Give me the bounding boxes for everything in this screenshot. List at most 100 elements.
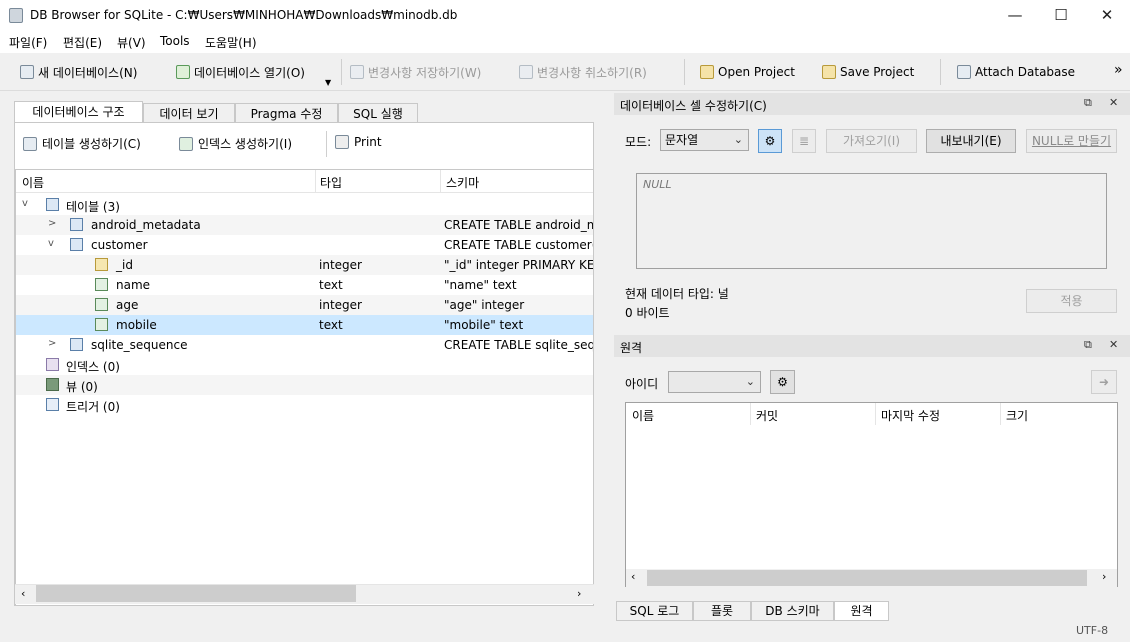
set-null-button[interactable]: NULL로 만들기 — [1026, 129, 1117, 153]
column-header-schema[interactable]: 스키마 — [446, 174, 479, 191]
undock-icon[interactable]: ⧉ — [1084, 338, 1092, 352]
menu-tools[interactable]: Tools — [160, 34, 190, 48]
table-icon — [70, 218, 83, 231]
scroll-left-icon[interactable]: ‹ — [631, 570, 635, 583]
tab-plot[interactable]: 플롯 — [693, 601, 751, 621]
edit-cell-dock-header: 데이터베이스 셀 수정하기(C) ⧉ ✕ — [614, 93, 1130, 115]
scroll-left-icon[interactable]: ‹ — [21, 587, 25, 600]
print-button[interactable]: Print — [335, 135, 382, 149]
tab-browse-data[interactable]: 데이터 보기 — [143, 103, 235, 123]
schema-tree[interactable]: 이름 타입 스키마 v 테이블 (3) > android_metadata C… — [15, 169, 594, 606]
remote-file-list[interactable]: 이름 커밋 마지막 수정 크기 ‹ › — [625, 402, 1118, 587]
remote-title: 원격 — [620, 341, 643, 355]
apply-button[interactable]: 적용 — [1026, 289, 1117, 313]
identity-select[interactable]: ⌄ — [668, 371, 761, 393]
remote-column-name[interactable]: 이름 — [632, 407, 654, 424]
tree-item-label: sqlite_sequence — [91, 338, 188, 352]
scroll-right-icon[interactable]: › — [577, 587, 581, 600]
auto-switch-mode-button[interactable]: ⚙ — [758, 129, 782, 153]
tree-row-tables[interactable]: v 테이블 (3) — [16, 195, 593, 215]
close-button[interactable]: ✕ — [1084, 0, 1130, 31]
open-database-button[interactable]: 데이터베이스 열기(O) — [176, 62, 305, 82]
toolbar-separator — [326, 131, 327, 157]
tree-row-field-name[interactable]: name text "name" text — [16, 275, 593, 295]
tree-row-field-id[interactable]: _id integer "_id" integer PRIMARY KEY AU… — [16, 255, 593, 275]
new-database-icon — [20, 65, 34, 79]
tree-row-views[interactable]: 뷰 (0) — [16, 375, 593, 395]
save-project-button[interactable]: Save Project — [822, 62, 914, 82]
write-changes-button[interactable]: 변경사항 저장하기(W) — [350, 62, 481, 82]
remote-push-button[interactable]: ➜ — [1091, 370, 1117, 394]
expand-arrow-icon[interactable]: > — [48, 338, 56, 349]
printer-icon — [335, 135, 349, 149]
window-title: DB Browser for SQLite - C:₩Users₩MINHOHA… — [30, 8, 458, 22]
remote-horizontal-scrollbar[interactable]: ‹ › — [626, 569, 1117, 587]
tree-row-sqlite-sequence[interactable]: > sqlite_sequence CREATE TABLE sqlite_se… — [16, 335, 593, 355]
minimize-button[interactable]: — — [992, 0, 1038, 31]
write-changes-icon — [350, 65, 364, 79]
menu-edit[interactable]: 편집(E) — [63, 34, 102, 51]
scroll-right-icon[interactable]: › — [1102, 570, 1106, 583]
remote-column-last-modified[interactable]: 마지막 수정 — [881, 407, 940, 424]
create-index-button[interactable]: 인덱스 생성하기(I) — [179, 135, 292, 152]
tab-edit-pragmas[interactable]: Pragma 수정 — [235, 103, 338, 123]
column-header-name[interactable]: 이름 — [22, 174, 44, 191]
tab-execute-sql[interactable]: SQL 실행 — [338, 103, 418, 123]
undock-icon[interactable]: ⧉ — [1084, 96, 1092, 110]
maximize-button[interactable]: ☐ — [1038, 0, 1084, 31]
collapse-arrow-icon[interactable]: v — [48, 238, 54, 249]
open-project-button[interactable]: Open Project — [700, 62, 795, 82]
tree-row-field-mobile[interactable]: mobile text "mobile" text — [16, 315, 593, 335]
tree-row-triggers[interactable]: 트리거 (0) — [16, 395, 593, 415]
tab-database-structure[interactable]: 데이터베이스 구조 — [14, 101, 143, 123]
index-tag-icon — [46, 358, 59, 371]
export-button[interactable]: 내보내기(E) — [926, 129, 1016, 153]
remote-column-commit[interactable]: 커밋 — [756, 407, 778, 424]
table-icon — [70, 338, 83, 351]
tab-db-schema[interactable]: DB 스키마 — [751, 601, 834, 621]
cell-editor-textarea[interactable]: NULL — [636, 173, 1107, 269]
field-name: _id — [116, 258, 133, 272]
menu-help[interactable]: 도움말(H) — [205, 34, 257, 51]
header-divider — [440, 170, 441, 193]
column-header-type[interactable]: 타입 — [320, 174, 342, 191]
tree-row-android-metadata[interactable]: > android_metadata CREATE TABLE android_… — [16, 215, 593, 235]
menu-bar: 파일(F) 편집(E) 뷰(V) Tools 도움말(H) — [0, 31, 1130, 53]
tree-item-label: 뷰 (0) — [66, 380, 98, 394]
tree-row-indexes[interactable]: 인덱스 (0) — [16, 355, 593, 375]
new-database-button[interactable]: 새 데이터베이스(N) — [20, 62, 137, 82]
tree-item-label: 인덱스 (0) — [66, 360, 120, 374]
menu-view[interactable]: 뷰(V) — [117, 34, 146, 51]
main-toolbar: 새 데이터베이스(N) 데이터베이스 열기(O) ▼ 변경사항 저장하기(W) … — [0, 53, 1130, 91]
remote-dock-header: 원격 ⧉ ✕ — [614, 335, 1130, 357]
save-project-icon — [822, 65, 836, 79]
revert-changes-button[interactable]: 변경사항 취소하기(R) — [519, 62, 647, 82]
close-dock-icon[interactable]: ✕ — [1109, 338, 1118, 351]
attach-database-button[interactable]: Attach Database — [957, 62, 1075, 82]
open-dropdown-arrow-icon[interactable]: ▼ — [325, 78, 331, 87]
expand-arrow-icon[interactable]: > — [48, 218, 56, 229]
collapse-arrow-icon[interactable]: v — [22, 198, 28, 209]
title-bar: DB Browser for SQLite - C:₩Users₩MINHOHA… — [0, 0, 1130, 31]
scrollbar-thumb[interactable] — [647, 570, 1087, 586]
tree-row-customer[interactable]: v customer CREATE TABLE customer(_id — [16, 235, 593, 255]
field-type: text — [319, 278, 343, 292]
tab-remote[interactable]: 원격 — [834, 601, 889, 621]
tree-item-label: customer — [91, 238, 148, 252]
word-wrap-button[interactable]: ≣ — [792, 129, 816, 153]
tab-sql-log[interactable]: SQL 로그 — [616, 601, 693, 621]
scrollbar-thumb[interactable] — [36, 585, 356, 602]
toolbar-overflow-button[interactable]: » — [1114, 62, 1123, 78]
tree-item-schema: CREATE TABLE customer(_id — [444, 238, 593, 252]
create-table-button[interactable]: 테이블 생성하기(C) — [23, 135, 141, 152]
mode-select[interactable]: 문자열 ⌄ — [660, 129, 749, 151]
identity-settings-button[interactable]: ⚙ — [770, 370, 795, 394]
tree-row-field-age[interactable]: age integer "age" integer — [16, 295, 593, 315]
data-type-label: 현재 데이터 타입: 널 — [625, 287, 729, 301]
field-icon — [95, 278, 108, 291]
remote-column-size[interactable]: 크기 — [1006, 407, 1028, 424]
menu-file[interactable]: 파일(F) — [9, 34, 47, 51]
close-dock-icon[interactable]: ✕ — [1109, 96, 1118, 109]
import-button[interactable]: 가져오기(I) — [826, 129, 917, 153]
toolbar-separator — [684, 59, 685, 85]
